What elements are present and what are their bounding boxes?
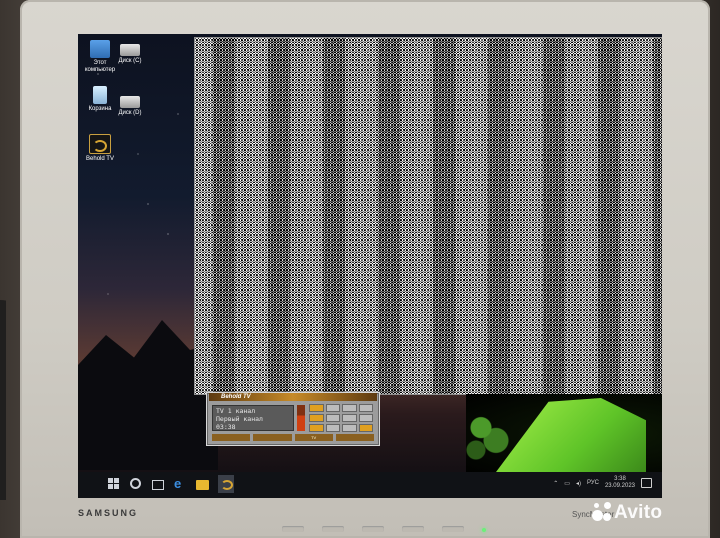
panel-button[interactable] — [358, 414, 373, 422]
panel-button[interactable] — [358, 424, 373, 432]
panel-button[interactable] — [342, 424, 357, 432]
volume-icon[interactable]: ◂) — [576, 480, 581, 487]
panel-button[interactable] — [342, 404, 357, 412]
tray-chevron-icon[interactable]: ⌃ — [553, 480, 558, 487]
wallpaper-tent-image — [466, 394, 662, 474]
recycle-bin-icon — [93, 86, 107, 104]
panel-bottom-button[interactable] — [212, 434, 251, 441]
volume-meter[interactable] — [297, 405, 305, 431]
tent — [496, 398, 646, 472]
panel-bottom-button[interactable] — [335, 434, 374, 441]
behold-tv-icon — [89, 134, 111, 154]
monitor-button[interactable] — [282, 526, 304, 532]
clock-date: 23.09.2023 — [604, 483, 635, 489]
monitor-brand: SAMSUNG — [78, 508, 139, 518]
monitor-button[interactable] — [322, 526, 344, 532]
panel-bottom-button-tv[interactable]: TV — [294, 434, 333, 441]
notifications-icon[interactable] — [641, 478, 652, 488]
windows-start-icon[interactable] — [108, 478, 120, 490]
panel-button[interactable] — [325, 424, 340, 432]
monitor-buttons — [282, 526, 492, 538]
channel-name: Первый канал — [216, 415, 263, 423]
panel-button[interactable] — [309, 414, 324, 422]
edge-icon[interactable]: e — [174, 476, 186, 491]
panel-button[interactable] — [309, 404, 324, 412]
file-explorer-icon[interactable] — [196, 480, 209, 490]
desktop-icon-disk-d[interactable]: Диск (D) — [110, 92, 150, 117]
panel-button[interactable] — [358, 404, 373, 412]
system-tray: ⌃ ▭ ◂) РУС 3:38 23.09.2023 — [553, 476, 652, 490]
monitor-button[interactable] — [442, 526, 464, 532]
panel-bottom-buttons: TV — [212, 434, 374, 441]
avito-logo-icon — [592, 500, 614, 522]
desktop-icon-label: Behold TV — [86, 156, 114, 162]
monitor-bezel: Этот компьютер Диск (C) Корзина Диск (D)… — [20, 0, 710, 538]
panel-bottom-button[interactable] — [253, 434, 292, 441]
desktop-icon-label: Диск (C) — [118, 58, 142, 64]
desktop-icon-disk-c[interactable]: Диск (C) — [110, 40, 150, 65]
clock-time: 3:38 — [614, 476, 626, 482]
behold-tv-control-panel[interactable]: Behold TV TV 1 канал Первый канал 03:38 — [206, 392, 380, 446]
desktop-icon-label: Диск (D) — [118, 110, 142, 116]
power-led — [482, 528, 486, 532]
network-icon[interactable]: ▭ — [564, 480, 570, 487]
task-view-icon[interactable] — [152, 480, 164, 490]
drive-icon — [120, 96, 140, 108]
time-display: 03:38 — [216, 423, 236, 431]
search-icon[interactable] — [130, 478, 141, 489]
clock[interactable]: 3:38 23.09.2023 — [605, 476, 635, 490]
monitor-button[interactable] — [402, 526, 424, 532]
panel-button[interactable] — [309, 424, 324, 432]
monitor-button[interactable] — [362, 526, 384, 532]
tv-video-window[interactable] — [194, 37, 662, 395]
behold-tv-taskbar-icon[interactable] — [218, 475, 234, 493]
panel-button[interactable] — [325, 404, 340, 412]
avito-watermark: Avito — [614, 502, 663, 523]
channel-display: TV 1 канал Первый канал 03:38 — [212, 405, 294, 431]
taskbar: e ⌃ ▭ ◂) РУС 3:38 23.09.2023 — [78, 472, 662, 498]
panel-button[interactable] — [325, 414, 340, 422]
screen: Этот компьютер Диск (C) Корзина Диск (D)… — [78, 34, 662, 498]
desktop-icon-behold-tv[interactable]: Behold TV — [80, 134, 120, 163]
computer-icon — [90, 40, 110, 58]
drive-icon — [120, 44, 140, 56]
language-indicator[interactable]: РУС — [587, 480, 599, 486]
channel-number: TV 1 канал — [216, 407, 256, 415]
panel-title[interactable]: Behold TV — [209, 393, 377, 401]
panel-button-grid — [309, 404, 373, 432]
panel-button[interactable] — [342, 414, 357, 422]
